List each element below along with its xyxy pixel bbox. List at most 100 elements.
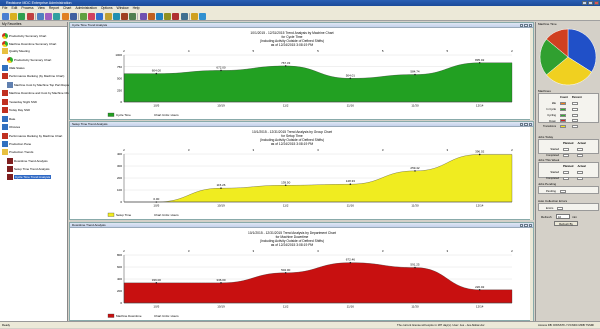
pie-chart-icon (2, 41, 8, 47)
data-value-label: 591.25 (410, 263, 420, 267)
sidebar-item[interactable]: Quality Meeting (2, 48, 30, 54)
sidebar-item[interactable]: Machine Cost by Machine Top Part Report (7, 82, 70, 88)
sidebar-item-label: Quality Meeting (9, 49, 30, 53)
run-icon[interactable] (129, 12, 137, 20)
sidebar-item[interactable]: Production Pane (2, 141, 31, 147)
data-point (284, 271, 287, 274)
jobs-pending-box: Pending (538, 186, 599, 194)
sidebar-item[interactable]: Rate (2, 116, 15, 122)
data-point (284, 184, 287, 187)
data-value-label: 0.00 (153, 197, 159, 201)
print-icon[interactable] (36, 12, 44, 20)
top-count-label: 2 (123, 148, 125, 152)
y-tick-label: 300 (117, 164, 122, 168)
y-tick-label: 800 (117, 253, 122, 257)
database-icon[interactable] (180, 12, 188, 20)
refresh-button[interactable]: Refresh By (554, 221, 578, 226)
panel-maximize-button[interactable] (524, 223, 528, 227)
sidebar-item[interactable]: Performance Ranking by Machine Chart (2, 133, 62, 139)
panel-minimize-button[interactable] (519, 23, 524, 27)
x-tick-label: 10/5 (153, 305, 159, 309)
report-icon[interactable] (88, 12, 96, 20)
pie-title: Machine Time (538, 22, 557, 26)
chart-panel: Cycle Time Trend Analysis 10/1/2015 - 12/… (69, 22, 534, 120)
table-header-row: Planned Actual (545, 142, 587, 146)
save-icon[interactable] (18, 12, 26, 20)
user-icon[interactable] (155, 12, 163, 20)
value-cell (562, 148, 574, 152)
sidebar-item[interactable]: Yesterday Night Shift (2, 99, 37, 105)
refresh-unit: min (572, 215, 577, 219)
sidebar-item[interactable]: OEE Status (2, 65, 25, 71)
preview-icon[interactable] (45, 12, 53, 20)
open-folder-icon[interactable] (10, 12, 18, 20)
table-header-cell: Planned (563, 142, 574, 146)
chart-title-line: as of 12/24/2015 3:08:19 PM (271, 43, 314, 47)
value-box (563, 176, 569, 180)
sidebar-item[interactable]: Production Trends (2, 149, 33, 155)
jobs-today-table: Planned Actual Started Completed (543, 140, 589, 159)
alert-icon[interactable] (172, 12, 180, 20)
y-tick-label: 750 (117, 65, 122, 69)
refresh-icon[interactable] (53, 12, 61, 20)
sidebar-item-label: Ohcutes (9, 125, 21, 129)
status-bar: Ready The current license will expire in… (0, 321, 600, 328)
sidebar-item[interactable]: Machine Downtime Summary Chart (2, 41, 56, 47)
export-icon[interactable] (61, 12, 69, 20)
stop-icon[interactable] (121, 12, 128, 20)
sidebar-item[interactable]: Ohcutes (2, 124, 20, 130)
table-row: Idle (542, 102, 583, 106)
x-tick-label: 11/16 (347, 104, 355, 108)
value-box (571, 102, 578, 106)
table-header-cell (545, 165, 560, 169)
filter-icon[interactable] (139, 12, 147, 20)
value-cell (559, 113, 569, 117)
y-tick-label: 400 (117, 277, 122, 281)
chart-icon[interactable] (80, 12, 88, 20)
delete-icon[interactable] (26, 12, 34, 20)
x-tick-label: 10/5 (153, 204, 159, 208)
x-tick-label: 10/19 (217, 305, 225, 309)
panel-scrollbar[interactable] (530, 127, 533, 220)
y-tick-label: 500 (117, 77, 122, 81)
refresh-interval-input[interactable]: 10 (556, 214, 570, 219)
sidebar-item-label: Productivity Summary Chart (9, 34, 47, 38)
info-icon[interactable] (199, 12, 207, 20)
value-cell (576, 171, 586, 175)
sidebar-item[interactable]: Setup Time Trend Analysis (7, 166, 50, 172)
table-header-cell: Actual (577, 142, 586, 146)
panel-minimize-button[interactable] (519, 122, 524, 126)
key-icon[interactable] (164, 12, 172, 20)
close-button[interactable] (594, 1, 599, 5)
panel-close-button[interactable] (528, 122, 532, 126)
tool-icon[interactable] (104, 12, 112, 20)
new-icon[interactable] (2, 12, 9, 20)
sidebar-item-label: Downtime Trend Analysis (14, 159, 48, 163)
sidebar-item[interactable]: Downtime Trend Analysis (7, 158, 48, 164)
panel-minimize-button[interactable] (519, 223, 524, 227)
chart-units-label: Chart Units: Hours (154, 113, 179, 117)
sidebar-item[interactable]: Productivity Summary Chart (7, 57, 51, 63)
sidebar-item[interactable]: Today Day Shift (2, 107, 30, 113)
settings-icon[interactable] (69, 12, 77, 20)
machine-icon[interactable] (96, 12, 104, 20)
panel-scrollbar[interactable] (530, 228, 533, 321)
value-cell (576, 176, 586, 181)
help-icon[interactable] (190, 12, 198, 20)
sidebar-item[interactable]: Productivity Summary Chart (2, 33, 46, 39)
panel-close-button[interactable] (528, 223, 532, 227)
maximize-button[interactable] (588, 1, 593, 5)
panel-maximize-button[interactable] (524, 23, 528, 27)
panel-scrollbar[interactable] (530, 28, 533, 120)
sidebar-item[interactable]: Performance Ranking (by Machine Chart) (2, 73, 64, 79)
sidebar-item[interactable]: Cycle Time Trend Analysis (7, 174, 52, 180)
sidebar-item[interactable]: Machine Downtime and Cost by Machine Cha… (2, 90, 72, 96)
calendar-icon[interactable] (147, 12, 155, 20)
wrench-icon[interactable] (112, 12, 120, 20)
gauge-icon (2, 65, 8, 71)
panel-maximize-button[interactable] (524, 122, 528, 126)
minimize-button[interactable] (582, 1, 587, 5)
panel-close-button[interactable] (528, 23, 532, 27)
data-value-label: 336.00 (216, 278, 226, 282)
value-box (560, 107, 567, 111)
